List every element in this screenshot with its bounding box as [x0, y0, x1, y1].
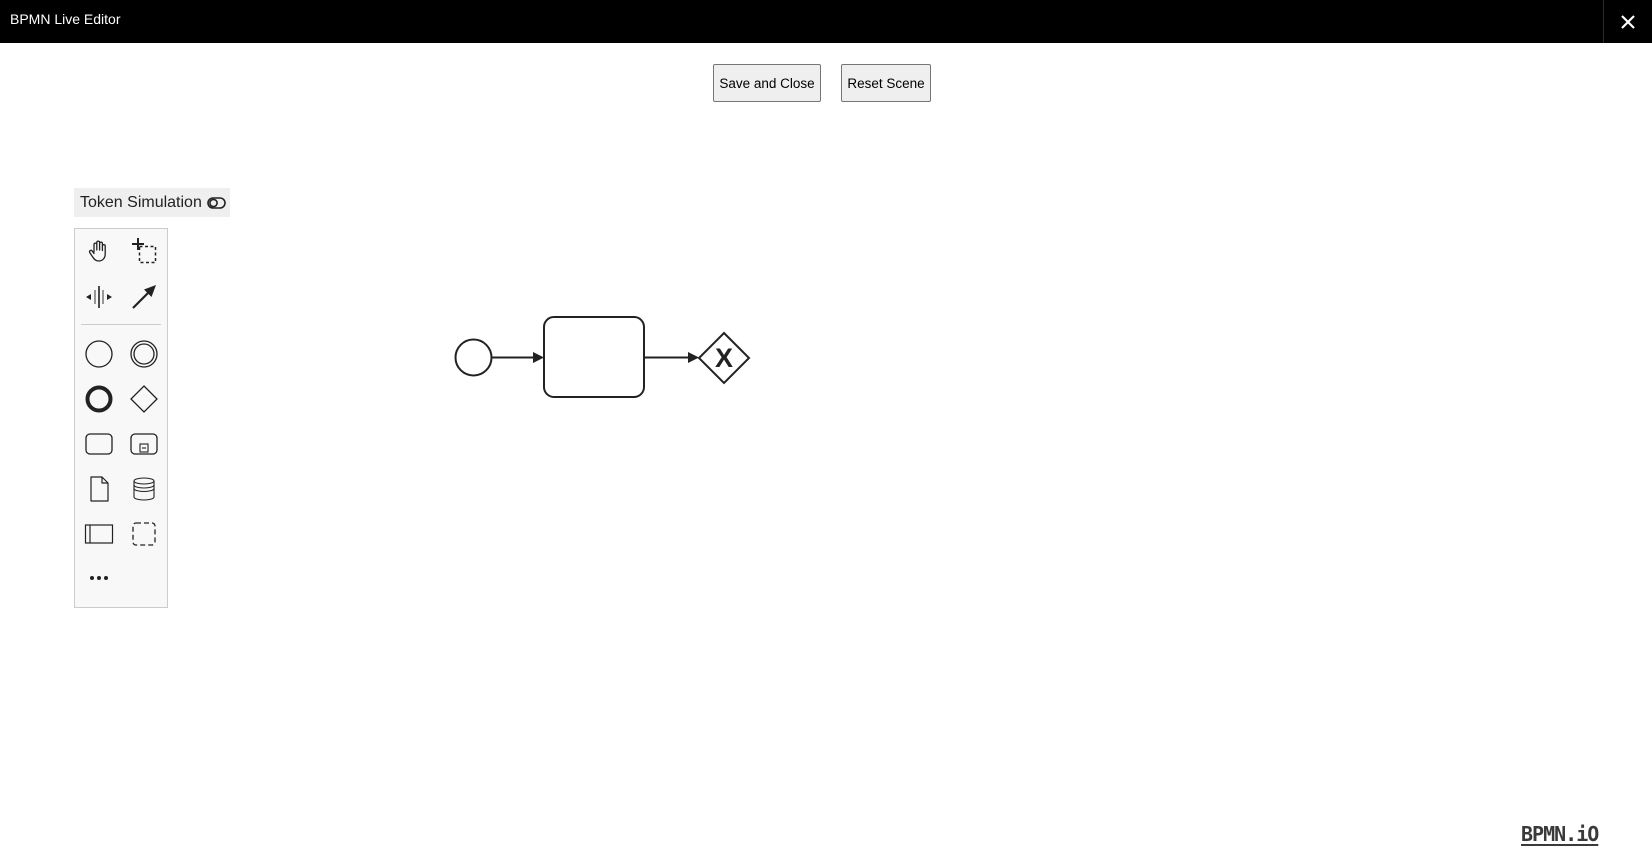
lasso-tool-icon [132, 238, 157, 264]
create-task[interactable] [81, 426, 117, 462]
start-event-icon [85, 340, 113, 368]
token-simulation-label: Token Simulation [80, 193, 202, 211]
more-tools[interactable] [81, 560, 117, 596]
create-group[interactable] [126, 516, 162, 552]
create-gateway[interactable] [126, 381, 162, 417]
data-object-icon [90, 476, 109, 502]
end-event-icon [85, 385, 113, 413]
task-icon [85, 433, 113, 455]
task[interactable] [543, 316, 645, 398]
subprocess-icon [130, 433, 158, 455]
toggle-icon [207, 196, 226, 209]
save-and-close-button[interactable]: Save and Close [713, 64, 821, 102]
create-end-event[interactable] [81, 381, 117, 417]
title-bar: BPMN Live Editor [0, 0, 1652, 43]
sequence-flow-arrowhead [533, 352, 544, 363]
sequence-flow-arrowhead [688, 352, 699, 363]
global-connect-tool[interactable] [126, 279, 162, 315]
space-tool[interactable] [81, 279, 117, 315]
intermediate-event-icon [130, 340, 158, 368]
participant-icon [84, 524, 114, 544]
palette-separator [81, 324, 161, 325]
diagram-canvas[interactable]: X [0, 0, 1652, 857]
window-title: BPMN Live Editor [10, 11, 121, 27]
hand-tool-icon [88, 240, 106, 262]
create-data-object[interactable] [81, 471, 117, 507]
create-start-event[interactable] [81, 336, 117, 372]
more-icon [90, 576, 108, 580]
create-intermediate-event[interactable] [126, 336, 162, 372]
global-connect-tool-icon [132, 285, 156, 309]
data-store-icon [133, 477, 155, 501]
start-event[interactable] [454, 338, 493, 377]
gateway-icon [130, 385, 158, 413]
group-icon [132, 522, 156, 546]
close-button[interactable] [1603, 0, 1652, 43]
hand-tool[interactable] [81, 233, 117, 269]
reset-scene-button[interactable]: Reset Scene [841, 64, 931, 102]
gateway-marker: X [715, 343, 733, 373]
lasso-tool[interactable] [126, 233, 162, 269]
bpmn-io-logo[interactable]: BPMN.iO [1521, 822, 1599, 846]
create-participant[interactable] [81, 516, 117, 552]
token-simulation-toggle[interactable]: Token Simulation [74, 188, 230, 217]
close-icon [1621, 14, 1635, 29]
space-tool-icon [86, 286, 112, 308]
create-data-store[interactable] [126, 471, 162, 507]
create-subprocess[interactable] [126, 426, 162, 462]
palette [74, 228, 168, 608]
